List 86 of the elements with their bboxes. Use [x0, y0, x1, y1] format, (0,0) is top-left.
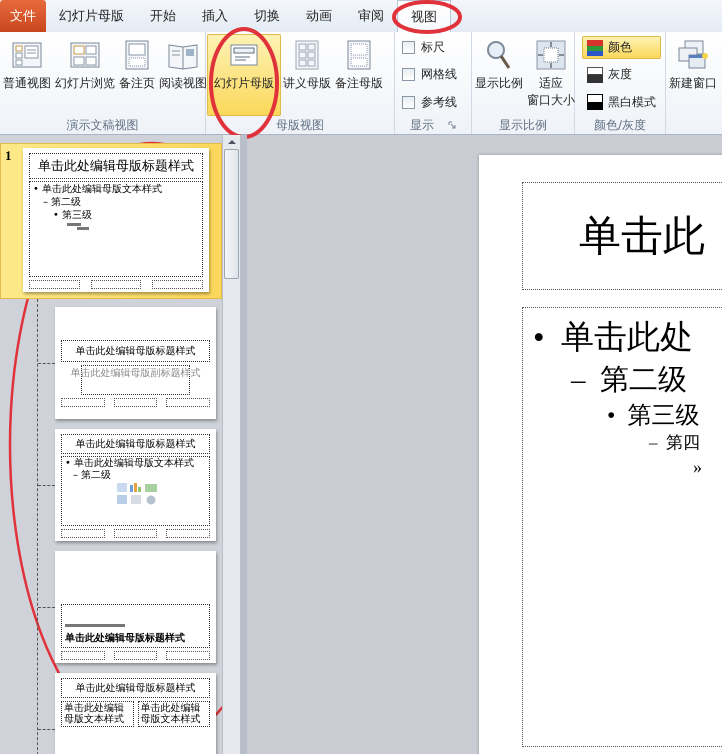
slide-title: 单击此	[579, 213, 705, 262]
thumbnail-text: – 第二级	[43, 197, 82, 208]
master-thumbnail[interactable]: 单击此处编辑母版标题样式 • 单击此处编辑母版文本样式 – 第二级 • 第三级	[23, 148, 209, 292]
checkbox-label: 参考线	[421, 94, 457, 111]
ribbon-button[interactable]: 幻灯片浏览	[53, 34, 117, 116]
footer-placeholder	[166, 651, 210, 660]
ribbon-button[interactable]: 灰度	[582, 63, 661, 86]
footer-placeholder	[29, 280, 80, 289]
thumbnail-text: 单击此处编辑母版文本样式	[140, 703, 202, 725]
checkbox-box[interactable]	[402, 41, 415, 54]
checkbox[interactable]: 标尺	[402, 39, 457, 56]
thumbnail-subtitle: 单击此处编辑母版副标题样式	[70, 366, 200, 381]
checkbox[interactable]: 参考线	[402, 94, 457, 111]
thumbnail-text: • 单击此处编辑母版文本样式	[65, 458, 194, 469]
thumbnail-title: 单击此处编辑母版标题样式	[38, 158, 194, 175]
fit-window-icon	[535, 39, 567, 71]
thumbnail-text: – 第二级	[73, 470, 112, 481]
ribbon-button[interactable]: 颜色	[582, 36, 661, 60]
monochrome-swatch-icon	[587, 94, 603, 110]
thumbnail-row[interactable]: 1 单击此处编辑母版标题样式 • 单击此处编辑母版文本样式 – 第二级 • 第三级	[0, 143, 222, 299]
footer-placeholder	[61, 651, 105, 660]
group-label: 母版视图	[276, 116, 324, 134]
footer-placeholder	[114, 651, 158, 660]
thumbnail-text: • 第三级	[53, 210, 92, 221]
footer-placeholder	[114, 529, 158, 538]
bullet: »	[693, 457, 702, 478]
bullet-text: 第三级	[627, 402, 700, 429]
shade-swatch-icon	[587, 66, 603, 83]
checkbox-box[interactable]	[402, 68, 415, 82]
footer-placeholder	[114, 398, 158, 407]
group-label: 显示比例	[499, 116, 547, 134]
ribbon-button[interactable]: 适应 窗口大小	[525, 34, 577, 116]
checkbox-box[interactable]	[402, 96, 415, 109]
layout-thumbnail[interactable]: 单击此处编辑母版标题样式 • 单击此处编辑母版文本样式 – 第二级	[55, 429, 216, 541]
ribbon-button[interactable]: 新建窗口	[667, 34, 719, 134]
footer-placeholder	[166, 529, 210, 538]
checkbox-label: 网格线	[421, 66, 457, 84]
checkbox-label: 标尺	[421, 39, 445, 56]
bullet-text: 第四	[666, 433, 700, 452]
thumbnail-title: 单击此处编辑母版标题样式	[76, 438, 196, 451]
bullet: •	[533, 320, 545, 356]
thumbnail-title: 单击此处编辑母版标题样式	[76, 344, 196, 358]
ribbon-tab[interactable]: 插入	[189, 0, 241, 32]
ribbon-button[interactable]: 黑白模式	[582, 90, 661, 114]
content-icons-drawing	[117, 482, 159, 506]
scrollbar[interactable]	[222, 135, 240, 754]
group-label: 显示	[410, 116, 434, 134]
scroll-up-icon[interactable]	[226, 139, 236, 145]
footer-placeholder	[90, 280, 142, 289]
thumbnail-text: 单击此处编辑母版文本样式	[64, 703, 125, 725]
group-label: 颜色/灰度	[594, 116, 646, 134]
thumbnail-title: 单击此处编辑母版标题样式	[76, 682, 196, 695]
layout-thumbnail[interactable]: 单击此处编辑母版标题样式 单击此处编辑母版文本样式 单击此处编辑母版文本样式	[55, 673, 216, 754]
bullet: –	[571, 364, 586, 396]
ribbon-tab[interactable]: 动画	[293, 0, 345, 32]
annotation-ellipse	[392, 0, 462, 34]
bullet-text: 单击此处	[561, 320, 694, 356]
footer-placeholder	[166, 398, 210, 407]
thumbnail-text: • 单击此处编辑母版文本样式	[33, 184, 162, 195]
bullet: –	[649, 433, 658, 452]
tiny-text-drawing	[65, 624, 125, 627]
ribbon-button[interactable]: 普通视图	[1, 34, 53, 116]
ribbon-tab[interactable]: 开始	[137, 0, 189, 32]
slide-number: 1	[5, 148, 12, 165]
layout-thumbnail[interactable]: 单击此处编辑母版标题样式 单击此处编辑母版副标题样式	[55, 307, 216, 419]
ribbon-button[interactable]: 讲义母版	[281, 34, 333, 116]
ribbon-tab[interactable]: 文件	[0, 0, 46, 32]
bullet: •	[607, 402, 616, 429]
ribbon-tab[interactable]: 审阅	[345, 0, 397, 32]
ribbon-button[interactable]: 显示比例	[473, 34, 525, 116]
thumbnail-title: 单击此处编辑母版标题样式	[65, 632, 186, 645]
ribbon-button[interactable]: 备注页	[117, 34, 157, 116]
footer-placeholder	[152, 280, 203, 289]
ribbon-tab[interactable]: 切换	[241, 0, 293, 32]
ribbon-tab[interactable]: 幻灯片母版	[46, 0, 137, 32]
windows-icon	[677, 39, 709, 71]
dialog-launcher-icon[interactable]	[448, 121, 456, 129]
bullet-text: 第二级	[600, 364, 687, 396]
scrollbar-thumb[interactable]	[224, 149, 239, 279]
checkbox[interactable]: 网格线	[402, 66, 457, 84]
footer-placeholder	[61, 529, 105, 538]
group-label: 演示文稿视图	[66, 116, 138, 134]
ribbon-button[interactable]: 备注母版	[333, 34, 385, 116]
rgb-swatch-icon	[587, 40, 603, 56]
footer-placeholder	[61, 398, 105, 407]
layout-thumbnail[interactable]: 单击此处编辑母版标题样式	[55, 551, 216, 663]
